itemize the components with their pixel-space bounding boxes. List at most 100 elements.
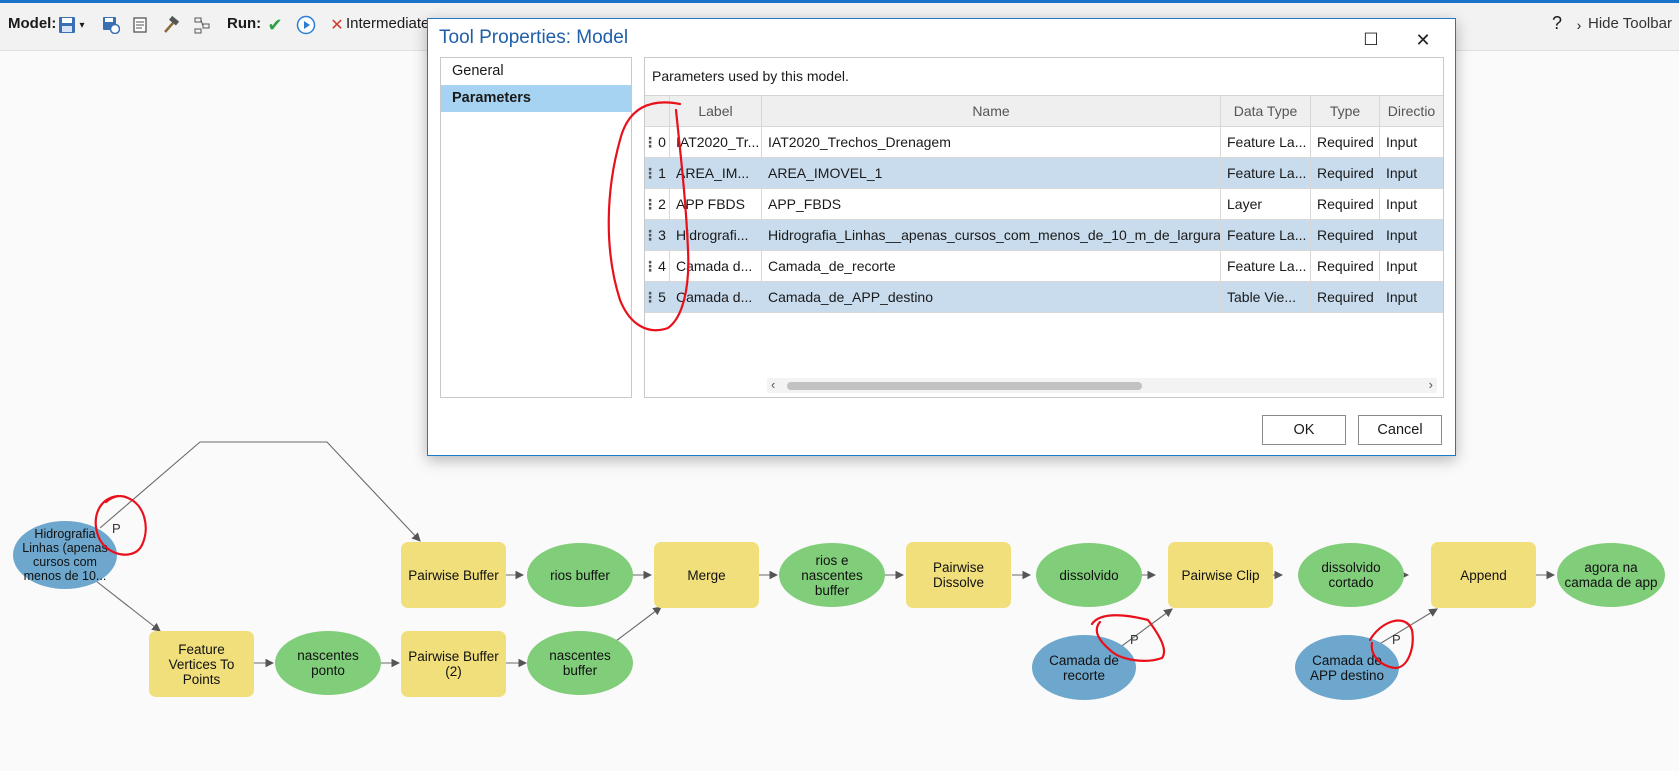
param-marker: P	[1392, 632, 1401, 647]
tool-node-append[interactable]: Append	[1431, 542, 1536, 608]
cell-type: Required	[1311, 220, 1380, 250]
tool-node-pairwise-dissolve[interactable]: Pairwise Dissolve	[906, 542, 1011, 608]
row-index: 5	[655, 282, 670, 312]
tool-node-pairwise-buffer[interactable]: Pairwise Buffer	[401, 542, 506, 608]
column-header-name[interactable]: Name	[762, 96, 1221, 126]
param-marker: P	[112, 521, 121, 536]
tool-properties-dialog: Tool Properties: Model ☐ ✕ General Param…	[427, 18, 1456, 456]
row-index: 2	[655, 189, 670, 219]
cell-type: Required	[1311, 282, 1380, 312]
cancel-button[interactable]: Cancel	[1358, 415, 1442, 445]
save-as-icon[interactable]	[100, 14, 122, 36]
parameters-pane: Parameters used by this model. Label Nam…	[644, 57, 1444, 398]
drag-handle-icon[interactable]: ⋮	[645, 127, 655, 157]
drag-handle-icon[interactable]: ⋮	[645, 282, 655, 312]
run-validate-check-icon[interactable]: ✔	[264, 14, 286, 36]
drag-handle-icon[interactable]: ⋮	[645, 251, 655, 281]
cell-name: Camada_de_APP_destino	[762, 282, 1221, 312]
parameters-description: Parameters used by this model.	[652, 68, 849, 84]
scroll-thumb[interactable]	[787, 382, 1142, 390]
grid-body: ⋮0IAT2020_Tr...IAT2020_Trechos_DrenagemF…	[645, 127, 1443, 313]
cell-label: Camada d...	[670, 251, 762, 281]
data-node-nascentes-buffer[interactable]: nascentes buffer	[527, 631, 633, 695]
cell-direction: Input	[1386, 134, 1418, 150]
parameter-row[interactable]: ⋮4Camada d...Camada_de_recorteFeature La…	[645, 251, 1443, 282]
cell-type: Required	[1311, 127, 1380, 157]
data-node-dissolvido-cortado[interactable]: dissolvido cortado	[1298, 543, 1404, 607]
scroll-left-icon[interactable]: ‹	[771, 377, 775, 392]
data-node-rios-e-nascentes-buffer[interactable]: rios e nascentes buffer	[779, 543, 885, 607]
nav-item-general[interactable]: General	[441, 58, 631, 85]
data-node-nascentes-ponto[interactable]: nascentes ponto	[275, 631, 381, 695]
intermediate-button-label[interactable]: Intermediate	[346, 15, 429, 32]
column-header-type[interactable]: Type	[1311, 96, 1380, 126]
cell-data-type: Layer	[1221, 189, 1311, 219]
validate-icon[interactable]	[160, 14, 182, 36]
column-header-data-type[interactable]: Data Type	[1221, 96, 1311, 126]
cell-data-type: Feature La...	[1221, 220, 1311, 250]
cell-data-type: Feature La...	[1221, 251, 1311, 281]
cell-name: Hidrografia_Linhas__apenas_cursos_com_me…	[762, 220, 1221, 250]
run-play-icon[interactable]	[295, 14, 317, 36]
header-spacer	[655, 96, 670, 126]
properties-icon[interactable]	[130, 14, 152, 36]
cell-direction: Input	[1386, 227, 1418, 243]
cell-type: Required	[1311, 189, 1380, 219]
hide-toolbar-button[interactable]: Hide Toolbar	[1588, 15, 1672, 32]
accent-line	[0, 0, 1679, 3]
drag-handle-icon[interactable]: ⋮	[645, 220, 655, 250]
input-node-camada-de-app-destino[interactable]: Camada de APP destino	[1295, 635, 1399, 700]
parameters-grid: Label Name Data Type Type Directio ⋮0IAT…	[645, 95, 1443, 313]
cell-type: Required	[1311, 158, 1380, 188]
parameter-row[interactable]: ⋮5Camada d...Camada_de_APP_destinoTable …	[645, 282, 1443, 313]
dialog-title: Tool Properties: Model	[439, 27, 629, 48]
column-header-label[interactable]: Label	[670, 96, 762, 126]
model-group-label: Model:	[8, 15, 57, 32]
cell-label: APP FBDS	[670, 189, 762, 219]
tool-node-pairwise-clip[interactable]: Pairwise Clip	[1168, 542, 1273, 608]
row-index: 4	[655, 251, 670, 281]
input-node-camada-de-recorte[interactable]: Camada de recorte	[1032, 635, 1136, 700]
cell-label: Hidrografi...	[670, 220, 762, 250]
tool-node-feature-vertices-to-points[interactable]: Feature Vertices To Points	[149, 631, 254, 697]
close-icon[interactable]: ✕	[1410, 27, 1436, 53]
cell-data-type: Feature La...	[1221, 158, 1311, 188]
column-header-direction[interactable]: Directio	[1380, 96, 1443, 126]
run-group-label: Run:	[227, 15, 262, 32]
horizontal-scrollbar[interactable]: ‹ ›	[767, 377, 1437, 393]
input-node-hidrografia[interactable]: Hidrografia Linhas (apenas cursos com me…	[13, 521, 117, 589]
delete-intermediate-icon[interactable]: ✕	[326, 14, 348, 36]
parameter-row[interactable]: ⋮0IAT2020_Tr...IAT2020_Trechos_DrenagemF…	[645, 127, 1443, 158]
tool-node-pairwise-buffer-2[interactable]: Pairwise Buffer (2)	[401, 631, 506, 697]
cell-name: AREA_IMOVEL_1	[762, 158, 1221, 188]
cell-direction: Input	[1386, 289, 1418, 305]
maximize-icon[interactable]: ☐	[1358, 27, 1384, 53]
cell-type: Required	[1311, 251, 1380, 281]
tool-node-merge[interactable]: Merge	[654, 542, 759, 608]
cell-name: IAT2020_Trechos_Drenagem	[762, 127, 1221, 157]
cell-direction: Input	[1386, 165, 1418, 181]
nav-item-parameters[interactable]: Parameters	[441, 85, 631, 112]
header-spacer	[645, 96, 655, 126]
drag-handle-icon[interactable]: ⋮	[645, 158, 655, 188]
cell-label: IAT2020_Tr...	[670, 127, 762, 157]
parameter-row[interactable]: ⋮3Hidrografi...Hidrografia_Linhas__apena…	[645, 220, 1443, 251]
drag-handle-icon[interactable]: ⋮	[645, 189, 655, 219]
row-index: 1	[655, 158, 670, 188]
chevron-right-icon[interactable]: ›	[1568, 14, 1590, 36]
parameter-row[interactable]: ⋮1AREA_IM...AREA_IMOVEL_1Feature La...Re…	[645, 158, 1443, 189]
data-node-dissolvido[interactable]: dissolvido	[1036, 543, 1142, 607]
auto-layout-icon[interactable]	[191, 14, 213, 36]
scroll-right-icon[interactable]: ›	[1429, 377, 1433, 392]
save-icon[interactable]	[56, 14, 78, 36]
parameter-row[interactable]: ⋮2APP FBDSAPP_FBDSLayerRequired Input	[645, 189, 1443, 220]
data-node-agora-na-camada-de-app[interactable]: agora na camada de app	[1557, 543, 1665, 607]
ok-button[interactable]: OK	[1262, 415, 1346, 445]
cell-direction: Input	[1386, 196, 1418, 212]
param-marker: P	[1130, 632, 1139, 647]
data-node-rios-buffer[interactable]: rios buffer	[527, 543, 633, 607]
help-icon[interactable]: ?	[1552, 13, 1562, 34]
grid-header: Label Name Data Type Type Directio	[645, 96, 1443, 127]
save-dropdown-icon[interactable]: ▾	[76, 14, 88, 36]
cell-name: Camada_de_recorte	[762, 251, 1221, 281]
